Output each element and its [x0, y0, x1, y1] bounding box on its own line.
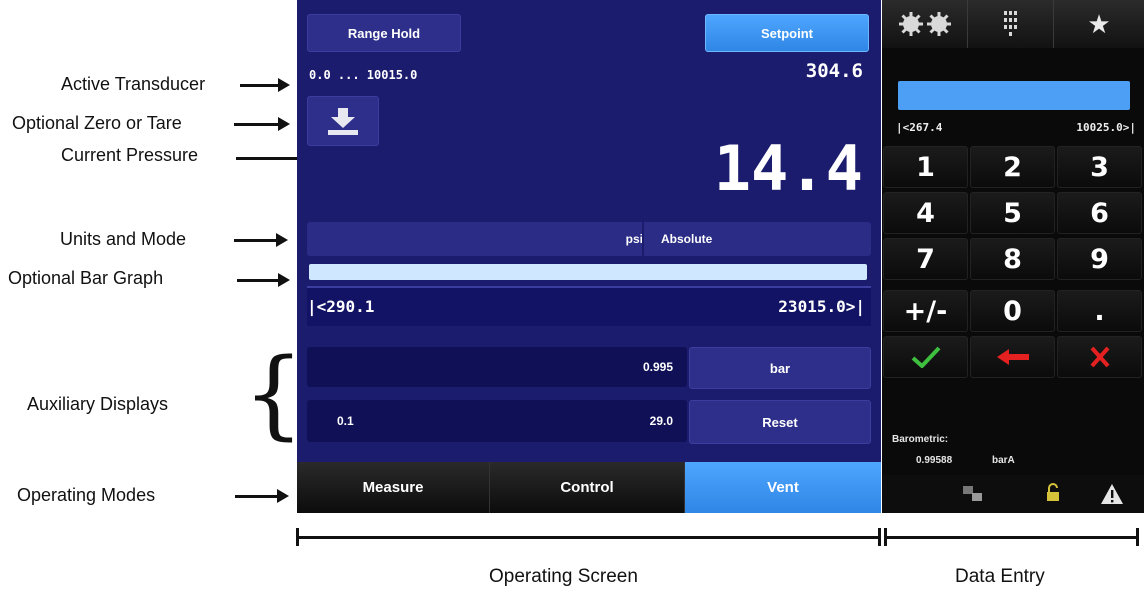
operating-screen: Range Hold Setpoint 0.0 ... 10015.0 304.…: [297, 0, 881, 513]
data-entry-panel: ★ |<267.4 10025.0>| 1 2 3 4 5 6 7 8 9 +/…: [882, 0, 1144, 513]
bar-graph: [309, 264, 867, 280]
warning-icon[interactable]: [1100, 483, 1124, 505]
key-4[interactable]: 4: [883, 192, 968, 234]
key-5[interactable]: 5: [970, 192, 1055, 234]
callout-active-transducer: Active Transducer: [61, 74, 206, 94]
entry-range-max: 10025.0>|: [1076, 121, 1136, 134]
tab-vent[interactable]: Vent: [685, 462, 881, 513]
setpoint-value: 304.6: [805, 60, 863, 82]
callout-optional-zero: Optional Zero or Tare: [12, 113, 182, 133]
zero-tare-button[interactable]: [307, 96, 379, 146]
settings-button[interactable]: [882, 0, 968, 48]
aux-display-2: 0.1 29.0: [307, 400, 687, 442]
key-1[interactable]: 1: [883, 146, 968, 188]
units-mode-row[interactable]: psi Absolute: [307, 222, 871, 256]
scale-line-operating: [296, 536, 881, 539]
barometric-label: Barometric:: [892, 434, 949, 445]
aux1-value: 0.995: [642, 360, 673, 374]
backspace-button[interactable]: [970, 336, 1055, 378]
aux-display-1: 0.995: [307, 347, 687, 387]
key-3[interactable]: 3: [1057, 146, 1142, 188]
bar-max-label: 23015.0>|: [778, 297, 865, 316]
arrow-operating-modes: [235, 489, 289, 503]
tab-control[interactable]: Control: [490, 462, 685, 513]
callout-operating-modes: Operating Modes: [17, 485, 156, 505]
key-plus-minus[interactable]: +/-: [883, 290, 968, 332]
key-8[interactable]: 8: [970, 238, 1055, 280]
unlock-icon[interactable]: [1045, 483, 1061, 503]
units-mode-divider: [642, 222, 644, 256]
aux2-left-value: 0.1: [337, 414, 354, 428]
aux2-reset-button[interactable]: Reset: [689, 400, 871, 444]
key-9[interactable]: 9: [1057, 238, 1142, 280]
range-hold-button[interactable]: Range Hold: [307, 14, 461, 52]
key-0[interactable]: 0: [970, 290, 1055, 332]
arrow-active-transducer: [240, 78, 290, 92]
key-6[interactable]: 6: [1057, 192, 1142, 234]
download-icon: [328, 108, 358, 135]
arrow-bar-graph: [237, 273, 290, 287]
barometric-value: 0.99588: [916, 455, 953, 466]
arrow-optional-zero: [234, 117, 290, 131]
accept-icon: [911, 346, 940, 368]
brace-aux-displays: {: [243, 338, 305, 450]
barometric-unit: barA: [992, 455, 1015, 466]
setpoint-button[interactable]: Setpoint: [705, 14, 869, 52]
bar-range-row: |<290.1 23015.0>|: [307, 286, 871, 326]
entry-range-min: |<267.4: [896, 121, 943, 134]
units-label: psi: [625, 232, 643, 246]
entry-field[interactable]: [898, 81, 1130, 110]
key-2[interactable]: 2: [970, 146, 1055, 188]
tab-measure[interactable]: Measure: [297, 462, 490, 513]
scale-tick-right: [1136, 528, 1139, 546]
scale-tick-mid-a: [878, 528, 881, 546]
label-data-entry: Data Entry: [955, 566, 1045, 587]
star-icon: ★: [1087, 8, 1111, 39]
callout-units-mode: Units and Mode: [60, 229, 187, 249]
arrow-units-mode: [234, 233, 288, 247]
key-7[interactable]: 7: [883, 238, 968, 280]
callout-bar-graph: Optional Bar Graph: [8, 268, 164, 288]
backspace-icon: [996, 349, 1029, 365]
label-operating-screen: Operating Screen: [489, 566, 638, 587]
scale-line-dataentry: [884, 536, 1139, 539]
callout-aux-displays: Auxiliary Displays: [27, 394, 169, 414]
gears-icon: [898, 12, 951, 36]
bar-min-label: |<290.1: [307, 297, 375, 316]
callout-current-pressure: Current Pressure: [61, 145, 199, 165]
current-pressure-value: 14.4: [713, 132, 863, 205]
favorites-button[interactable]: ★: [1054, 0, 1144, 48]
mode-label: Absolute: [661, 232, 713, 246]
status-bar: [882, 475, 1144, 513]
key-decimal[interactable]: .: [1057, 290, 1142, 332]
cancel-icon: [1090, 346, 1109, 368]
network-icon[interactable]: [962, 485, 984, 503]
cancel-button[interactable]: [1057, 336, 1142, 378]
keypad-button[interactable]: [968, 0, 1054, 48]
aux2-value: 29.0: [649, 414, 673, 428]
aux1-unit-button[interactable]: bar: [689, 347, 871, 389]
accept-button[interactable]: [883, 336, 968, 378]
keypad-icon: [1003, 11, 1017, 36]
transducer-range: 0.0 ... 10015.0: [309, 68, 418, 82]
